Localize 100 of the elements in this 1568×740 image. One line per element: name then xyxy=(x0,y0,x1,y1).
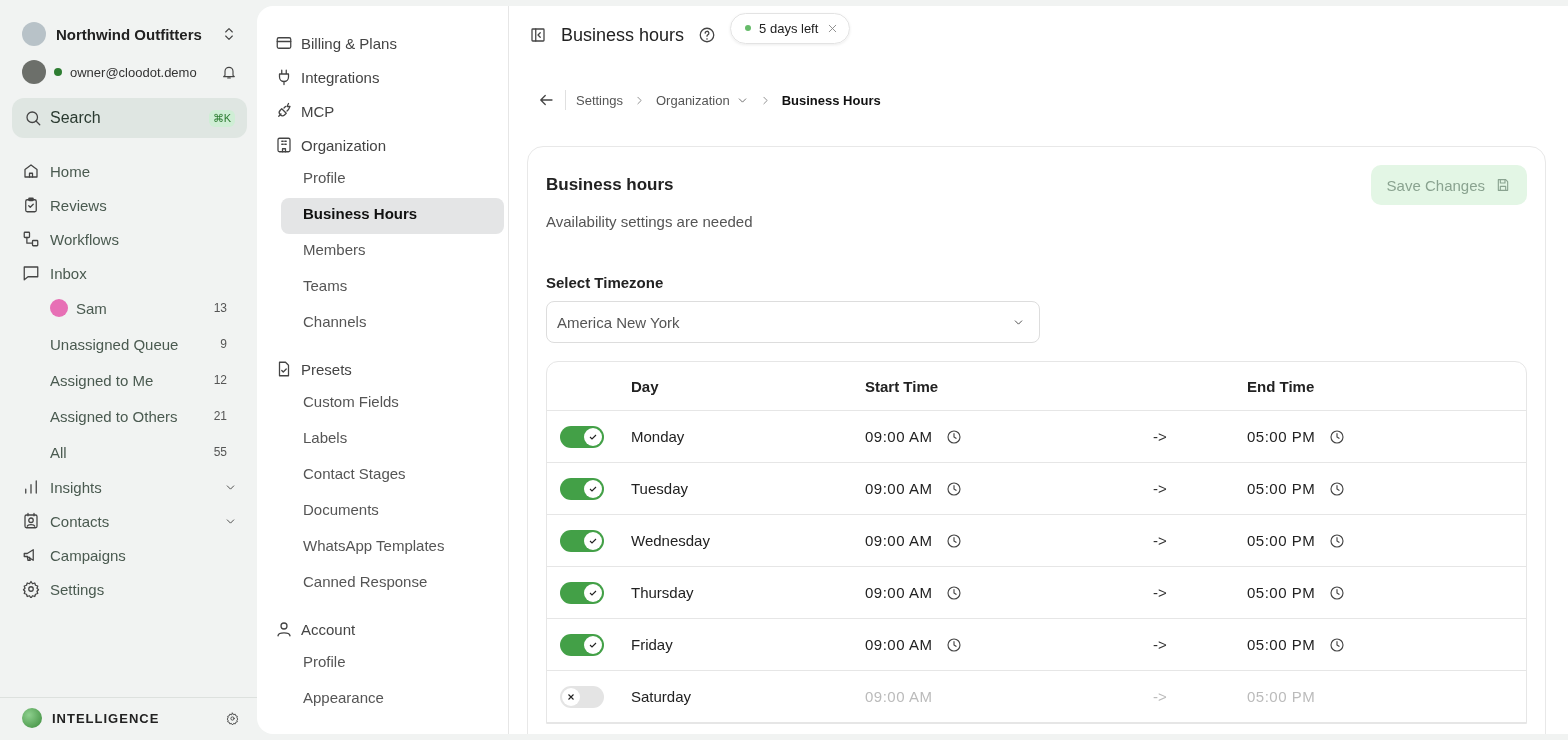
range-separator: -> xyxy=(1153,688,1168,705)
workspace-name[interactable]: Northwind Outfitters xyxy=(56,25,211,43)
clock-icon[interactable] xyxy=(1329,428,1346,445)
workspace-avatar xyxy=(22,22,46,46)
clock-icon[interactable] xyxy=(946,636,963,653)
day-name: Saturday xyxy=(631,688,693,705)
breadcrumb-link[interactable]: Settings xyxy=(576,92,623,108)
nav-item[interactable]: Reviews xyxy=(12,188,247,222)
save-icon xyxy=(1495,177,1511,193)
nav-item[interactable]: Home xyxy=(12,154,247,188)
search-icon xyxy=(24,109,42,127)
day-name: Thursday xyxy=(631,584,695,601)
settings-item[interactable]: Documents xyxy=(281,494,504,530)
help-icon[interactable] xyxy=(698,26,717,44)
end-time-field[interactable]: 05:00 PM xyxy=(1247,584,1316,601)
start-time-field[interactable]: 09:00 AM xyxy=(865,636,933,653)
settings-item[interactable]: Business Hours xyxy=(281,198,504,234)
settings-section[interactable]: Billing & Plans xyxy=(275,26,506,60)
timezone-select[interactable]: America New York xyxy=(546,301,1040,343)
bell-icon[interactable] xyxy=(221,64,237,80)
user-email: owner@cloodot.demo xyxy=(70,64,198,80)
end-time-field[interactable]: 05:00 PM xyxy=(1247,428,1316,445)
settings-item[interactable]: Members xyxy=(281,234,504,270)
timezone-label: Select Timezone xyxy=(546,274,665,291)
nav-item[interactable]: Insights xyxy=(12,470,247,504)
day-toggle[interactable] xyxy=(560,633,604,656)
card-title: Business hours xyxy=(546,175,675,195)
end-time-field[interactable]: 05:00 PM xyxy=(1247,636,1316,653)
end-time-field[interactable]: 05:00 PM xyxy=(1247,532,1316,549)
end-time-field[interactable]: 05:00 PM xyxy=(1247,480,1316,497)
gear-icon xyxy=(22,580,40,598)
nav-item[interactable]: Settings xyxy=(12,572,247,606)
day-toggle[interactable] xyxy=(560,529,604,552)
settings-item[interactable]: Labels xyxy=(281,422,504,458)
clock-icon[interactable] xyxy=(1329,584,1346,601)
nav-item[interactable]: Contacts xyxy=(12,504,247,538)
settings-item[interactable]: WhatsApp Templates xyxy=(281,530,504,566)
intelligence-orb xyxy=(22,708,42,728)
day-toggle[interactable] xyxy=(560,477,604,500)
workflow-icon xyxy=(22,230,40,248)
day-name: Monday xyxy=(631,428,686,445)
column-header: Day xyxy=(631,377,660,395)
start-time-field[interactable]: 09:00 AM xyxy=(865,428,933,445)
day-toggle[interactable] xyxy=(560,685,604,708)
settings-section[interactable]: Presets xyxy=(275,352,506,386)
day-name: Wednesday xyxy=(631,532,711,549)
settings-item[interactable]: Teams xyxy=(281,270,504,306)
gear-icon[interactable] xyxy=(226,711,239,725)
clock-icon[interactable] xyxy=(946,584,963,601)
credit-card-icon xyxy=(275,34,293,52)
home-icon xyxy=(22,162,40,180)
clock-icon[interactable] xyxy=(1329,636,1346,653)
nav-item[interactable]: Inbox xyxy=(12,256,247,290)
building-icon xyxy=(275,136,293,154)
range-separator: -> xyxy=(1153,532,1168,549)
queue-item[interactable]: Assigned to Me 12 xyxy=(12,362,247,398)
queue-item[interactable]: Unassigned Queue 9 xyxy=(12,326,247,362)
day-name: Tuesday xyxy=(631,480,689,497)
breadcrumb-link[interactable]: Organization xyxy=(656,92,749,108)
nav-item[interactable]: Campaigns xyxy=(12,538,247,572)
day-toggle[interactable] xyxy=(560,581,604,604)
range-separator: -> xyxy=(1153,480,1168,497)
queue-item[interactable]: Assigned to Others 21 xyxy=(12,398,247,434)
settings-item[interactable]: Contact Stages xyxy=(281,458,504,494)
settings-item[interactable]: Appearance xyxy=(281,682,504,718)
settings-item[interactable]: Channels xyxy=(281,306,504,342)
range-separator: -> xyxy=(1153,584,1168,601)
search-field[interactable]: Search ⌘K xyxy=(12,98,247,138)
start-time-field[interactable]: 09:00 AM xyxy=(865,480,933,497)
card-subtitle: Availability settings are needed xyxy=(546,213,753,230)
trial-label: 5 days left xyxy=(759,20,819,36)
shortcut-badge: ⌘K xyxy=(208,109,235,127)
queue-item[interactable]: All 55 xyxy=(12,434,247,470)
settings-section[interactable]: Integrations xyxy=(275,60,506,94)
user-avatar xyxy=(22,60,46,84)
clock-icon[interactable] xyxy=(1329,480,1346,497)
clock-icon[interactable] xyxy=(946,532,963,549)
sidebar-toggle-icon[interactable] xyxy=(529,26,547,44)
column-header: Start Time xyxy=(865,377,940,395)
clock-icon[interactable] xyxy=(946,428,963,445)
settings-item[interactable]: Profile xyxy=(281,162,504,198)
intelligence-label[interactable]: INTELLIGENCE xyxy=(52,710,216,726)
clock-icon[interactable] xyxy=(1329,532,1346,549)
settings-item[interactable]: Custom Fields xyxy=(281,386,504,422)
day-toggle[interactable] xyxy=(560,425,604,448)
settings-item[interactable]: Canned Response xyxy=(281,566,504,602)
queue-item[interactable]: Sam 13 xyxy=(12,290,247,326)
start-time-field[interactable]: 09:00 AM xyxy=(865,532,933,549)
contact-card-icon xyxy=(22,512,40,530)
clock-icon[interactable] xyxy=(946,480,963,497)
plug-zap-icon xyxy=(275,102,293,120)
nav-item[interactable]: Workflows xyxy=(12,222,247,256)
start-time-field[interactable]: 09:00 AM xyxy=(865,584,933,601)
settings-section[interactable]: Account xyxy=(275,612,506,646)
settings-item[interactable]: Profile xyxy=(281,646,504,682)
column-header: End Time xyxy=(1247,377,1316,395)
settings-section[interactable]: MCP xyxy=(275,94,506,128)
range-separator: -> xyxy=(1153,636,1168,653)
range-separator: -> xyxy=(1153,428,1168,445)
settings-section[interactable]: Organization xyxy=(275,128,506,162)
